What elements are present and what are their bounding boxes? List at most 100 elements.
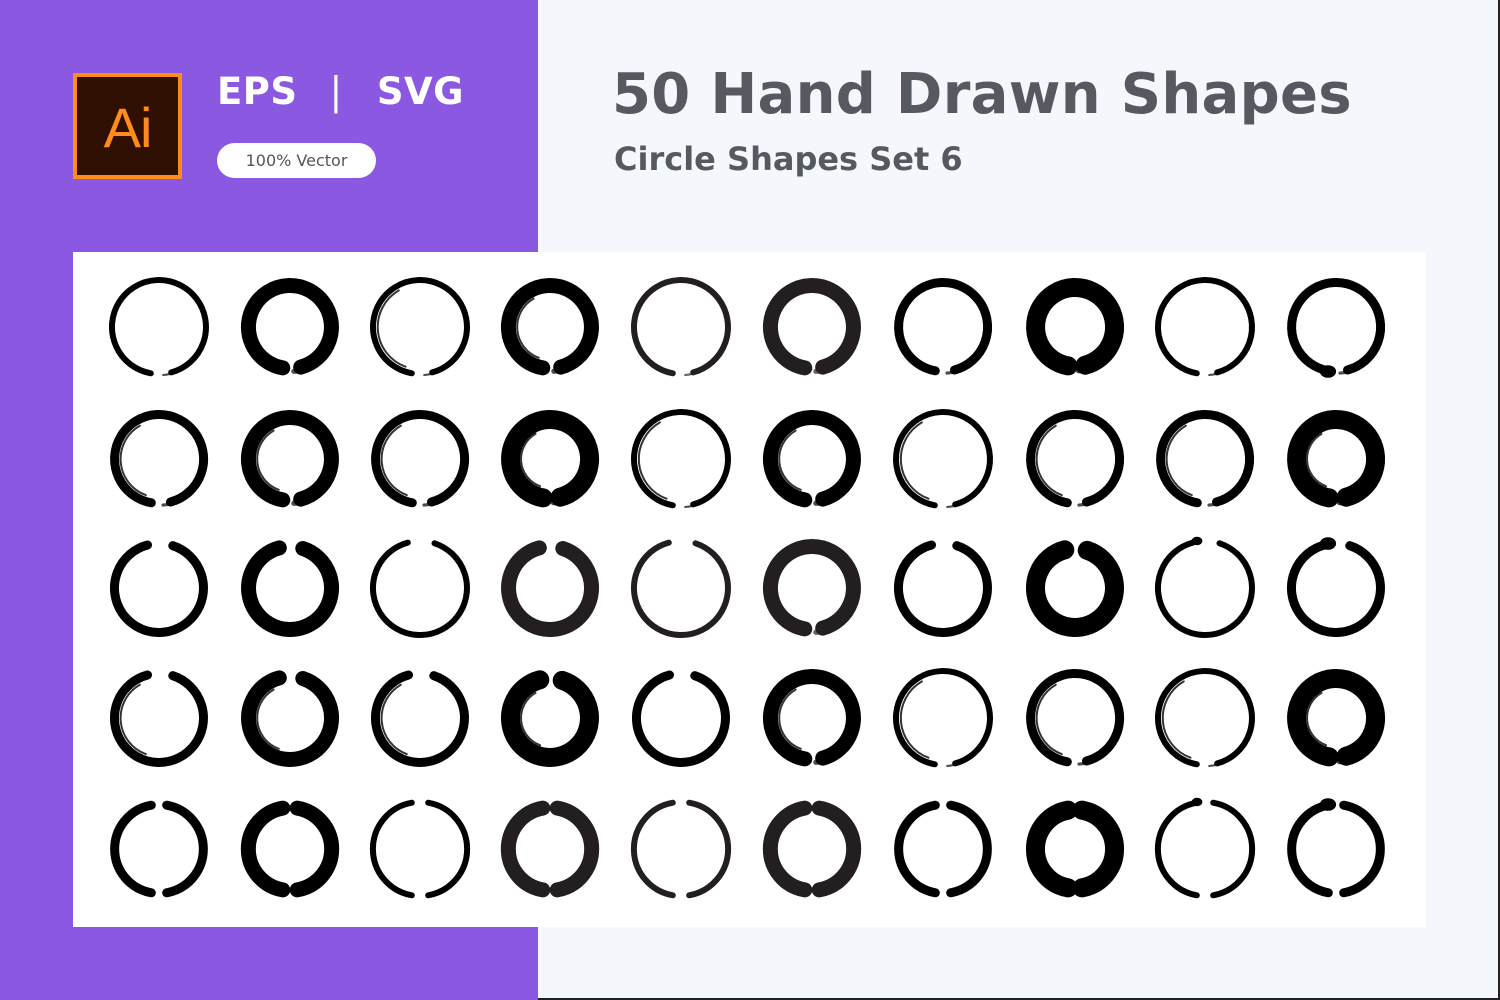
brush-circle-shape — [501, 540, 600, 637]
brush-stroke-right — [946, 800, 992, 898]
brush-circle-shape — [762, 410, 861, 508]
brush-blob — [1319, 537, 1337, 550]
brush-stroke-main — [501, 540, 600, 637]
brush-circle-shape — [1026, 410, 1125, 508]
brush-stroke-main — [631, 409, 731, 509]
brush-circle-shape — [630, 799, 732, 899]
brush-stroke-main — [762, 539, 861, 637]
brush-circle-shape — [894, 540, 992, 637]
brush-circle-shape — [1026, 278, 1125, 376]
brush-stroke-main — [893, 409, 993, 509]
brush-circle-shape — [241, 670, 340, 767]
brush-circle-shape — [371, 410, 470, 508]
brush-stroke-main — [1026, 540, 1124, 637]
brush-stroke-main — [500, 278, 599, 376]
vector-badge-label: 100% Vector — [245, 151, 348, 170]
brush-circle-shape — [500, 800, 600, 898]
shapes-preview-panel — [73, 252, 1426, 927]
brush-stroke-main — [762, 669, 861, 767]
brush-circle-shape — [632, 670, 730, 767]
format-separator: | — [329, 69, 343, 113]
page-subtitle: Circle Shapes Set 6 — [614, 140, 963, 178]
brush-stroke-main — [240, 278, 339, 376]
brush-stroke-main — [1026, 410, 1125, 508]
brush-circle-shape — [500, 278, 599, 376]
brush-blob — [1319, 365, 1337, 378]
brush-circle-shape — [369, 539, 470, 638]
brush-circle-shape — [109, 277, 209, 377]
brush-circle-shape — [1154, 536, 1255, 638]
brush-stroke-main — [241, 540, 340, 637]
brush-stroke-feather — [373, 544, 406, 632]
brush-stroke-main — [1287, 669, 1386, 767]
brush-stroke-main — [762, 410, 861, 508]
brush-circle-shape — [240, 278, 339, 376]
brush-stroke-right — [162, 800, 208, 898]
brush-stroke-left — [762, 800, 813, 898]
brush-stroke-main — [501, 410, 600, 508]
brush-stroke-main — [1155, 277, 1255, 377]
brush-stroke-main — [109, 277, 209, 377]
brush-circle-shape — [762, 278, 861, 376]
brush-circle-shape — [1287, 410, 1386, 508]
brush-circle-shape — [1287, 798, 1385, 898]
brush-circle-shape — [762, 539, 861, 637]
brush-stroke-left — [894, 800, 940, 898]
brush-circle-shape — [762, 800, 862, 898]
brush-circle-shape — [1287, 278, 1386, 378]
brush-circle-shape — [894, 800, 992, 898]
brush-stroke-right — [1339, 800, 1385, 898]
brush-circle-shape — [240, 800, 340, 898]
brush-circle-shape — [1155, 277, 1255, 377]
brush-stroke-main — [1287, 278, 1386, 376]
brush-circle-shape — [370, 277, 470, 377]
brush-circle-shape — [631, 409, 731, 509]
brush-stroke-main — [370, 277, 470, 377]
brush-circle-shape — [1287, 669, 1386, 767]
brush-circle-shape — [369, 799, 471, 899]
brush-circle-shape — [110, 800, 208, 898]
brush-stroke-main — [110, 410, 209, 508]
adobe-illustrator-icon: Ai — [73, 73, 182, 179]
brush-stroke-left — [1154, 799, 1200, 899]
file-formats: EPS | SVG — [217, 66, 464, 116]
brush-stroke-left — [369, 799, 415, 899]
page-title: 50 Hand Drawn Shapes — [612, 62, 1352, 127]
brush-circle-shape — [501, 410, 600, 508]
brush-stroke-right — [1072, 800, 1125, 898]
brush-stroke-main — [1026, 669, 1125, 767]
brush-circle-shape — [1156, 410, 1255, 508]
brush-circle-shape — [894, 278, 993, 376]
brush-blob — [1319, 798, 1337, 811]
brush-stroke-left — [240, 800, 291, 898]
brush-stroke-main — [1155, 668, 1255, 768]
brush-stroke-right — [1210, 799, 1256, 899]
brush-stroke-right — [686, 799, 732, 899]
brush-stroke-main — [762, 278, 861, 376]
brush-stroke-main — [240, 410, 339, 508]
brush-stroke-main — [1026, 278, 1125, 376]
shapes-grid — [109, 277, 1386, 899]
brush-circle-shape — [1026, 540, 1124, 637]
ai-logo-text: Ai — [103, 95, 153, 159]
brush-circle-shape — [1025, 800, 1125, 898]
brush-circle-shape — [240, 410, 339, 508]
brush-circle-shape — [631, 277, 731, 377]
brush-stroke-main — [894, 278, 993, 376]
brush-stroke-main — [371, 410, 470, 508]
brush-circle-shape — [501, 670, 599, 767]
brush-stroke-main — [1287, 410, 1386, 508]
brush-blob — [1191, 536, 1203, 546]
brush-circle-shape — [1154, 797, 1256, 899]
brush-circle-shape — [241, 540, 340, 637]
brush-stroke-main — [631, 277, 731, 377]
brush-stroke-main — [893, 668, 993, 768]
brush-circle-shape — [893, 668, 993, 768]
format-eps: EPS — [217, 69, 298, 113]
brush-stroke-main — [1156, 410, 1255, 508]
brush-stroke-feather — [1158, 544, 1191, 632]
brush-circle-shape — [630, 539, 731, 638]
brush-circle-shape — [1026, 669, 1125, 767]
brush-stroke-right — [425, 799, 471, 899]
brush-stroke-left — [1025, 800, 1078, 898]
